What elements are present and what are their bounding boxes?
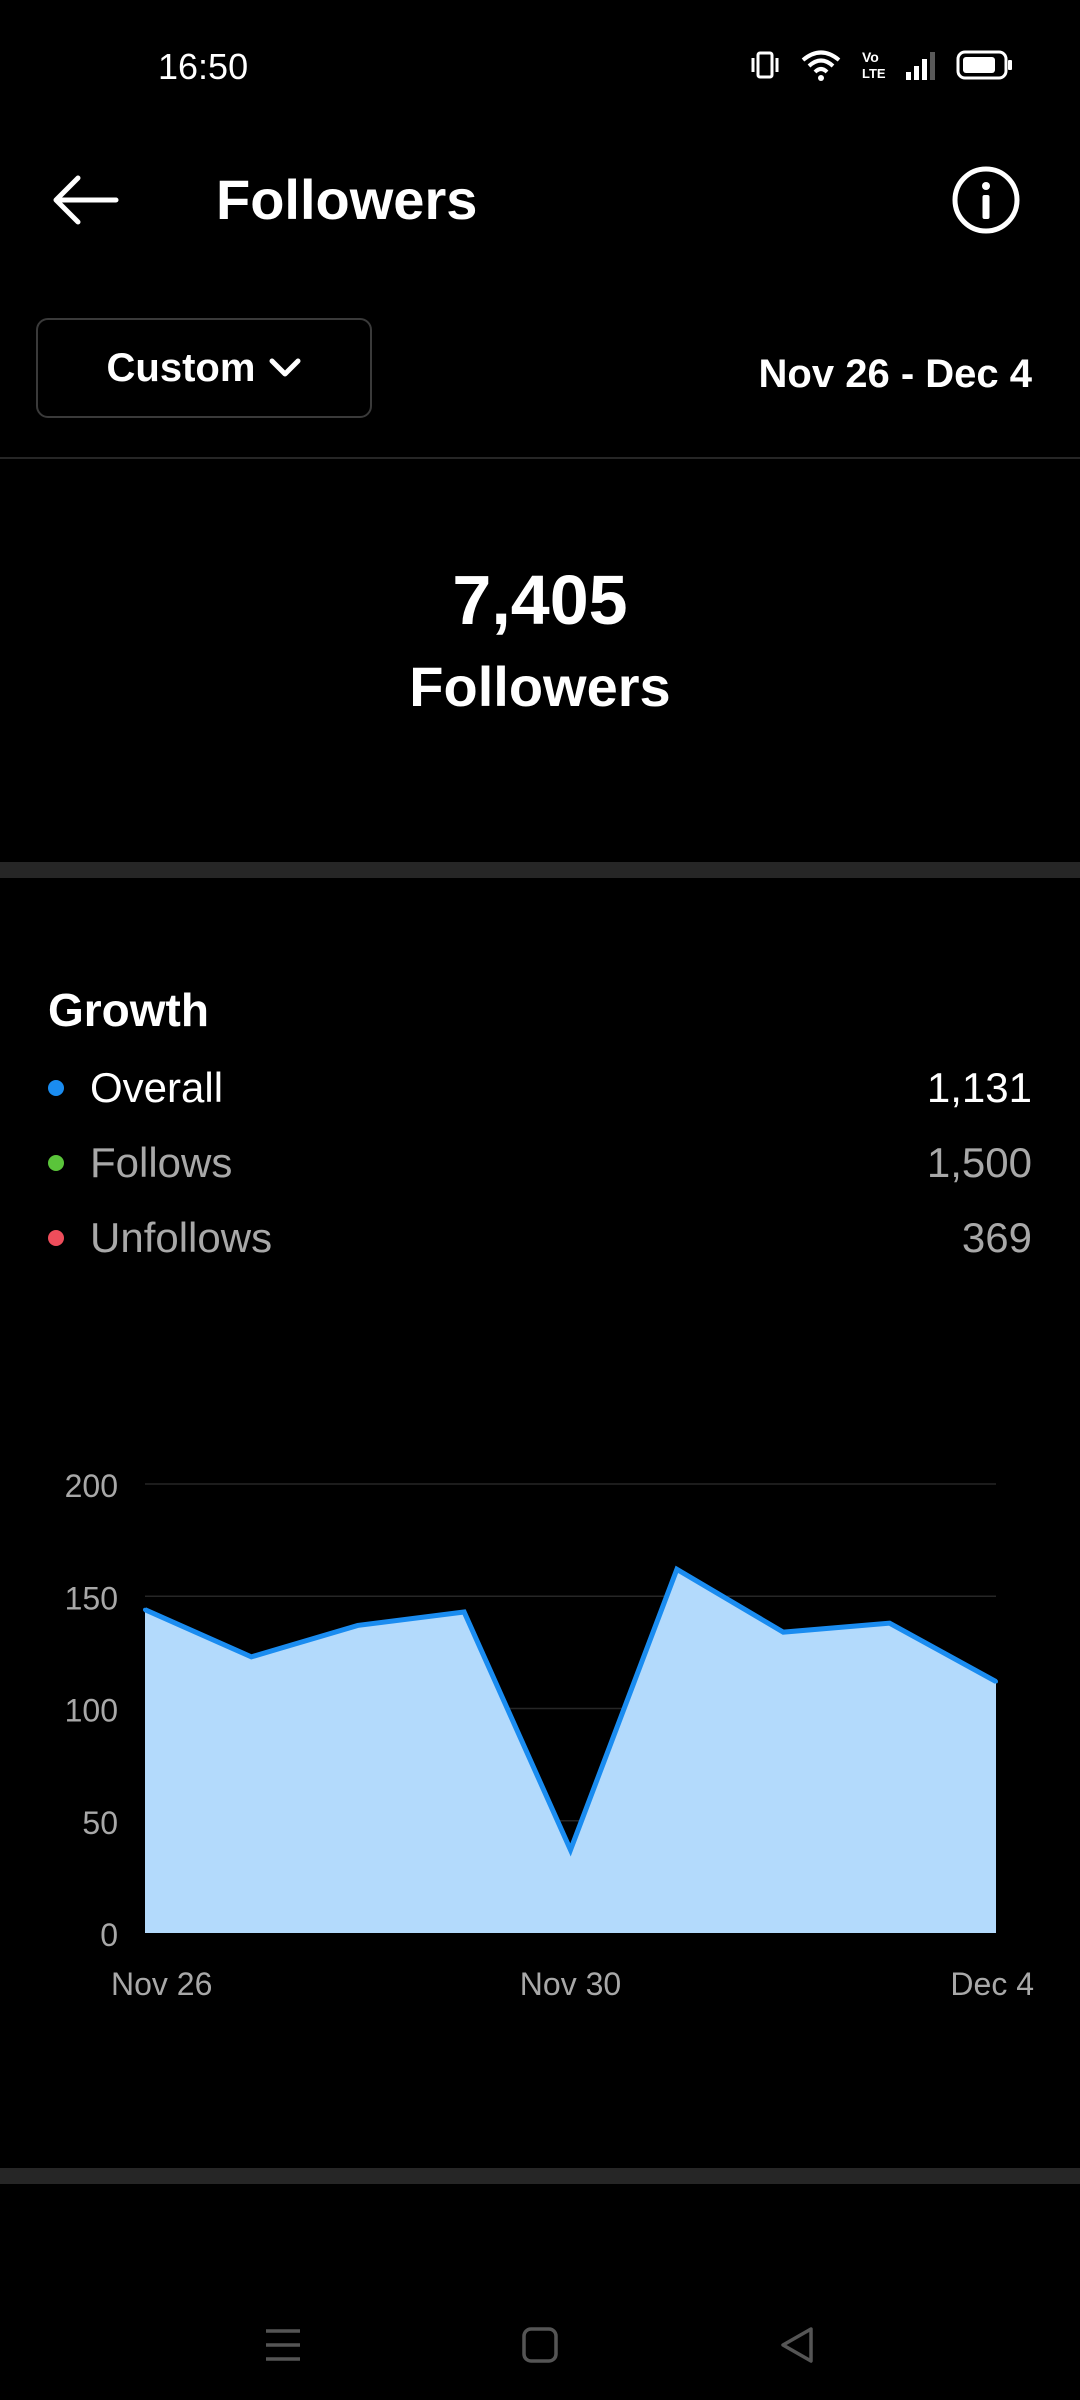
y-tick-label: 200	[65, 1468, 118, 1504]
chevron-down-icon	[269, 358, 301, 377]
system-nav-bar	[0, 2290, 1080, 2400]
x-tick-label: Nov 26	[111, 1966, 212, 2000]
menu-icon	[266, 2329, 300, 2361]
status-bar: 16:50 Vo LTE	[0, 0, 1080, 130]
metric-dot	[48, 1155, 64, 1171]
section-divider	[0, 2168, 1080, 2184]
y-tick-label: 50	[82, 1805, 118, 1841]
x-tick-label: Nov 30	[520, 1966, 621, 2000]
metric-follows[interactable]: Follows 1,500	[48, 1133, 1032, 1193]
growth-title: Growth	[48, 984, 209, 1036]
custom-range-dropdown[interactable]: Custom	[36, 318, 372, 418]
recent-apps-button[interactable]	[238, 2310, 328, 2380]
follower-label: Followers	[409, 655, 671, 718]
metric-dot	[48, 1080, 64, 1096]
app-bar: Followers	[0, 140, 1080, 260]
follower-summary: 7,405 Followers	[0, 552, 1080, 722]
home-square-icon	[522, 2327, 558, 2363]
back-triangle-icon	[781, 2327, 813, 2363]
divider	[0, 457, 1080, 459]
status-time: 16:50	[158, 46, 249, 87]
home-button[interactable]	[495, 2310, 585, 2380]
data-point	[143, 1607, 147, 1612]
metric-unfollows[interactable]: Unfollows 369	[48, 1208, 1032, 1268]
y-tick-label: 150	[65, 1580, 118, 1616]
x-tick-label: Dec 4	[950, 1966, 1034, 2000]
data-point	[781, 1630, 786, 1635]
growth-chart: 0 50 100 150 200 Nov 26 Nov 30 Dec 4	[0, 1440, 1080, 2000]
metric-overall[interactable]: Overall 1,131	[48, 1058, 1032, 1118]
metric-value: 1,131	[926, 1064, 1032, 1111]
page-title: Followers	[216, 168, 478, 231]
data-point	[674, 1567, 679, 1572]
metric-value: 369	[961, 1214, 1032, 1261]
data-point	[568, 1847, 573, 1852]
data-point	[462, 1609, 467, 1614]
back-arrow-icon	[53, 175, 119, 225]
date-range: Nov 26 - Dec 4	[758, 352, 1032, 396]
back-nav-button[interactable]	[752, 2310, 842, 2380]
volte-icon: Vo LTE	[862, 49, 886, 81]
svg-text:Vo: Vo	[862, 49, 879, 65]
info-button[interactable]	[950, 164, 1022, 236]
data-point	[994, 1679, 998, 1684]
filter-row: Custom Nov 26 - Dec 4	[0, 318, 1080, 422]
data-point	[887, 1621, 892, 1626]
metric-label: Overall	[90, 1064, 224, 1111]
data-point	[355, 1623, 360, 1628]
metric-label: Follows	[90, 1139, 233, 1186]
signal-icon	[906, 52, 935, 80]
vibrate-icon	[751, 51, 779, 79]
section-divider	[0, 862, 1080, 878]
data-point	[249, 1654, 254, 1659]
status-icons: Vo LTE	[748, 48, 1014, 82]
back-button[interactable]	[40, 164, 130, 236]
growth-chart-svg: 0 50 100 150 200 Nov 26 Nov 30 Dec 4	[65, 1468, 1034, 2000]
metric-dot	[48, 1230, 64, 1246]
follower-count: 7,405	[452, 561, 628, 639]
y-tick-label: 100	[65, 1693, 118, 1729]
metric-value: 1,500	[926, 1139, 1032, 1186]
wifi-icon	[801, 50, 841, 81]
metric-label: Unfollows	[90, 1214, 273, 1261]
info-icon	[952, 166, 1020, 234]
y-tick-label: 0	[100, 1917, 118, 1953]
svg-text:LTE: LTE	[862, 66, 886, 81]
dropdown-label: Custom	[106, 345, 256, 390]
battery-icon	[956, 50, 1012, 80]
